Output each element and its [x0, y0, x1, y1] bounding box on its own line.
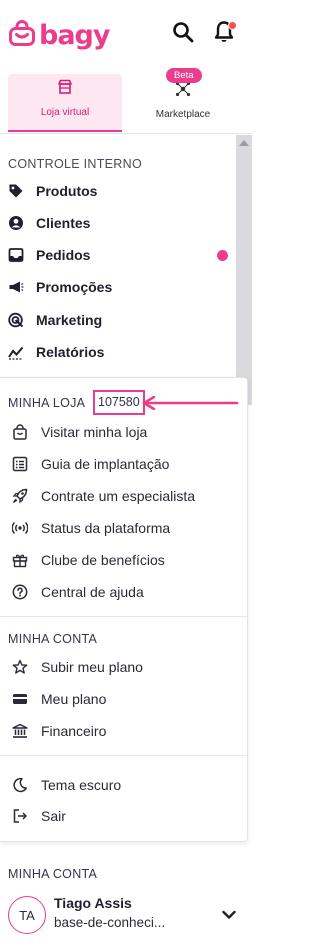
- menu-item-contrate-especialista[interactable]: Contrate um especialista: [12, 484, 238, 508]
- menu-item-label: Clube de benefícios: [41, 552, 165, 568]
- section-title-controle: CONTROLE INTERNO: [8, 157, 142, 171]
- menu-item-subir-plano[interactable]: Subir meu plano: [12, 655, 238, 679]
- megaphone-icon: [8, 279, 24, 295]
- tab-marketplace-label: Marketplace: [155, 109, 211, 120]
- shopping-bag-icon: [12, 424, 28, 440]
- pointer-arrow-icon: [140, 395, 240, 415]
- tab-loja-virtual[interactable]: Loja virtual: [8, 74, 122, 132]
- sidebar-item-relatorios[interactable]: Relatórios: [8, 340, 228, 364]
- user-account-switcher[interactable]: TA Tiago Assis base-de-conheci...: [8, 893, 244, 937]
- store-id: 107580: [93, 390, 145, 415]
- bank-icon: [12, 723, 28, 739]
- footer-section-title: MINHA CONTA: [8, 867, 98, 881]
- logout-icon: [12, 808, 28, 824]
- menu-item-label: Subir meu plano: [41, 659, 143, 675]
- broadcast-icon: [12, 520, 28, 536]
- chevron-down-icon: [222, 907, 236, 925]
- menu-item-label: Visitar minha loja: [41, 424, 148, 440]
- menu-item-tema-escuro[interactable]: Tema escuro: [12, 773, 238, 797]
- moon-icon: [12, 777, 28, 793]
- sidebar-item-pedidos[interactable]: Pedidos: [8, 243, 228, 267]
- store-tabs: Loja virtual Beta Marketplace: [0, 68, 252, 134]
- gift-icon: [12, 552, 28, 568]
- sidebar-item-label: Marketing: [36, 312, 103, 328]
- sidebar-item-label: Promoções: [36, 279, 113, 295]
- section-title-minha-conta: MINHA CONTA: [8, 632, 98, 646]
- chart-line-icon: [8, 344, 24, 360]
- pedidos-notification-dot: [217, 249, 228, 261]
- user-circle-icon: [8, 215, 24, 231]
- sidebar-item-label: Pedidos: [36, 247, 91, 263]
- menu-item-label: Financeiro: [41, 723, 107, 739]
- beta-badge: Beta: [166, 68, 202, 83]
- bag-logo-icon: [8, 19, 36, 53]
- list-icon: [12, 456, 28, 472]
- help-circle-icon: [12, 584, 28, 600]
- menu-item-label: Contrate um especialista: [41, 488, 196, 504]
- menu-item-financeiro[interactable]: Financeiro: [12, 719, 238, 743]
- menu-item-label: Guia de implantação: [41, 456, 170, 472]
- tag-icon: [8, 183, 24, 199]
- inbox-icon: [8, 247, 24, 263]
- divider: [0, 755, 248, 756]
- star-icon: [12, 659, 28, 675]
- menu-item-label: Sair: [41, 808, 66, 824]
- tab-marketplace[interactable]: Beta Marketplace: [126, 68, 240, 132]
- tab-loja-virtual-label: Loja virtual: [40, 107, 90, 118]
- menu-item-visitar-loja[interactable]: Visitar minha loja: [12, 420, 238, 444]
- menu-item-label: Tema escuro: [41, 777, 122, 793]
- search-icon: [172, 21, 194, 48]
- sidebar-item-label: Produtos: [36, 183, 98, 199]
- menu-item-label: Central de ajuda: [41, 584, 144, 600]
- menu-item-clube-beneficios[interactable]: Clube de benefícios: [12, 548, 238, 572]
- sidebar-item-marketing[interactable]: Marketing: [8, 308, 228, 332]
- network-icon: [175, 81, 191, 102]
- menu-item-central-ajuda[interactable]: Central de ajuda: [12, 580, 238, 604]
- app-header: bagy: [0, 0, 252, 70]
- menu-item-meu-plano[interactable]: Meu plano: [12, 687, 238, 711]
- user-name: Tiago Assis: [54, 895, 132, 911]
- avatar: TA: [8, 896, 46, 934]
- menu-item-label: Meu plano: [41, 691, 107, 707]
- sidebar-item-promocoes[interactable]: Promoções: [8, 275, 228, 299]
- storefront-icon: [57, 79, 73, 100]
- search-button[interactable]: [169, 20, 197, 48]
- notifications-button[interactable]: [210, 20, 238, 48]
- menu-item-guia-implantacao[interactable]: Guia de implantação: [12, 452, 238, 476]
- sidebar-item-label: Clientes: [36, 215, 91, 231]
- target-icon: [8, 312, 24, 328]
- scroll-up-arrow[interactable]: [239, 140, 249, 146]
- sidebar-item-produtos[interactable]: Produtos: [8, 179, 228, 203]
- menu-item-label: Status da plataforma: [41, 520, 171, 536]
- notification-dot: [228, 21, 237, 30]
- sidebar-item-label: Relatórios: [36, 344, 105, 360]
- account-dropdown-panel: MINHA LOJA 107580 Visitar minha loja Gui…: [0, 377, 248, 842]
- scrollbar-track[interactable]: [236, 135, 252, 405]
- logo-text: bagy: [39, 20, 110, 51]
- bagy-logo[interactable]: bagy: [8, 19, 110, 53]
- section-title-minha-loja: MINHA LOJA: [8, 396, 86, 410]
- sidebar-item-clientes[interactable]: Clientes: [8, 211, 228, 235]
- menu-item-status-plataforma[interactable]: Status da plataforma: [12, 516, 238, 540]
- user-store-name: base-de-conheci...: [54, 915, 166, 930]
- divider: [0, 616, 248, 617]
- credit-card-icon: [12, 691, 28, 707]
- menu-item-sair[interactable]: Sair: [12, 804, 238, 828]
- rocket-icon: [12, 488, 28, 504]
